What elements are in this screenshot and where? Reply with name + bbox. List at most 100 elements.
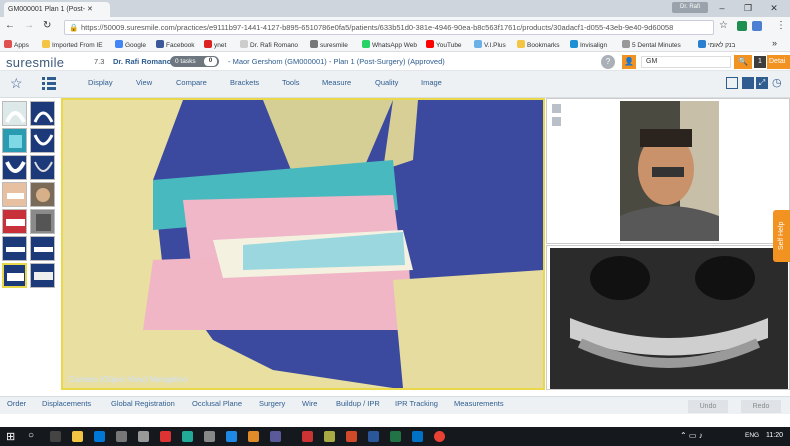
extension-icon[interactable]: [752, 21, 762, 31]
maximize-icon[interactable]: ❐: [738, 1, 758, 15]
details-button[interactable]: Detai: [767, 55, 790, 69]
app-icon[interactable]: [204, 431, 215, 442]
user-icon[interactable]: 👤: [622, 55, 636, 69]
back-icon[interactable]: ←: [5, 20, 15, 31]
star-favorite-icon[interactable]: ☆: [10, 75, 23, 92]
outlook-icon[interactable]: [412, 431, 423, 442]
bookmark-viplus[interactable]: V.I.Plus: [474, 40, 506, 49]
help-icon[interactable]: ?: [601, 55, 615, 69]
star-bookmark-icon[interactable]: ☆: [719, 20, 728, 31]
menu-display[interactable]: Display: [88, 78, 113, 87]
bookmark-ynet[interactable]: ynet: [204, 40, 226, 49]
forward-icon[interactable]: →: [24, 20, 34, 31]
excel-icon[interactable]: [390, 431, 401, 442]
bookmark-suresmile[interactable]: suresmile: [310, 40, 348, 49]
menu-view[interactable]: View: [136, 78, 152, 87]
store-icon[interactable]: [94, 431, 105, 442]
layout-single-icon[interactable]: [726, 77, 738, 89]
word-icon[interactable]: [368, 431, 379, 442]
windows-start-icon[interactable]: ⊞: [6, 430, 15, 443]
search-icon[interactable]: ○: [28, 430, 34, 441]
thumb-brackets-left[interactable]: [2, 128, 27, 153]
menu-measure[interactable]: Measure: [322, 78, 351, 87]
app-icon[interactable]: [248, 431, 259, 442]
bottom-measurements[interactable]: Measurements: [454, 399, 504, 408]
extension-icon[interactable]: [737, 21, 747, 31]
bookmark-google[interactable]: Google: [115, 40, 146, 49]
doctor-name[interactable]: Dr. Rafi Romano: [113, 57, 171, 66]
bookmark-dental-minutes[interactable]: 5 Dental Minutes: [622, 40, 681, 49]
task-view-icon[interactable]: [50, 431, 61, 442]
menu-tools[interactable]: Tools: [282, 78, 300, 87]
reload-icon[interactable]: ↻: [43, 20, 51, 31]
menu-image[interactable]: Image: [421, 78, 442, 87]
layout-split-icon[interactable]: [742, 77, 754, 89]
bottom-order[interactable]: Order: [7, 399, 26, 408]
menu-compare[interactable]: Compare: [176, 78, 207, 87]
menu-quality[interactable]: Quality: [375, 78, 398, 87]
app-icon[interactable]: [116, 431, 127, 442]
clock[interactable]: 11:20: [766, 432, 783, 439]
language-indicator[interactable]: ENG: [745, 432, 759, 439]
bookmark-folder[interactable]: Bookmarks: [517, 40, 560, 49]
bookmark-invisalign[interactable]: Invisalign: [570, 40, 607, 49]
app-icon[interactable]: [324, 431, 335, 442]
close-window-icon[interactable]: ✕: [764, 1, 784, 15]
undo-button[interactable]: Undo: [688, 400, 728, 413]
powerpoint-icon[interactable]: [346, 431, 357, 442]
url-field[interactable]: 🔒 https://50009.suresmile.com/practices/…: [64, 20, 714, 35]
app-icon[interactable]: [160, 431, 171, 442]
bookmark-folder[interactable]: Imported From IE: [42, 40, 103, 49]
app-icon[interactable]: [182, 431, 193, 442]
file-explorer-icon[interactable]: [72, 431, 83, 442]
chrome-icon[interactable]: [434, 431, 445, 442]
app-icon[interactable]: [270, 431, 281, 442]
history-icon[interactable]: ◷: [772, 76, 782, 89]
bookmarks-more-icon[interactable]: »: [772, 38, 777, 48]
thumb-lower-occlusal[interactable]: [2, 155, 27, 180]
bookmark-bank[interactable]: בנק לאומי: [698, 40, 735, 49]
expand-icon[interactable]: [552, 104, 561, 113]
thumb-upper-arch[interactable]: [2, 101, 27, 126]
list-view-icon[interactable]: [42, 76, 56, 90]
bookmark-doctor[interactable]: Dr. Rafi Romano: [240, 40, 298, 49]
browser-tab[interactable]: GM000001 Plan 1 (Post- ✕: [4, 2, 110, 17]
tray-icons[interactable]: ⌃ ▭ ♪: [680, 431, 703, 440]
bookmark-whatsapp[interactable]: WhatsApp Web: [362, 40, 417, 49]
thumb-upper-occlusal[interactable]: [30, 101, 55, 126]
app-icon[interactable]: [302, 431, 313, 442]
thumb-teeth-full-selected[interactable]: [2, 263, 27, 288]
menu-kebab-icon[interactable]: ⋮: [776, 20, 786, 31]
patient-search-input[interactable]: GM: [641, 56, 731, 68]
thumb-teeth-lower[interactable]: [30, 236, 55, 261]
thumb-lower-arch[interactable]: [30, 128, 55, 153]
tasks-badge[interactable]: 0 tasks 0: [170, 56, 219, 67]
search-icon[interactable]: 🔍: [734, 55, 752, 69]
bottom-buildup-ipr[interactable]: Buildup / IPR: [336, 399, 380, 408]
app-icon[interactable]: [138, 431, 149, 442]
bottom-surgery[interactable]: Surgery: [259, 399, 285, 408]
bottom-occlusal-plane[interactable]: Occlusal Plane: [192, 399, 242, 408]
thumb-teeth-full[interactable]: [30, 263, 55, 288]
self-help-tab[interactable]: Self Help: [773, 210, 790, 262]
bookmark-facebook[interactable]: Facebook: [156, 40, 195, 49]
minimize-icon[interactable]: –: [712, 1, 732, 15]
bottom-global-registration[interactable]: Global Registration: [111, 399, 175, 408]
menu-brackets[interactable]: Brackets: [230, 78, 259, 87]
bottom-ipr-tracking[interactable]: IPR Tracking: [395, 399, 438, 408]
app-icon[interactable]: [226, 431, 237, 442]
thumb-face-photo[interactable]: [30, 182, 55, 207]
fullscreen-icon[interactable]: ⤢: [756, 77, 768, 89]
thumb-teeth-upper[interactable]: [2, 236, 27, 261]
grid-icon[interactable]: [552, 117, 561, 126]
bottom-wire[interactable]: Wire: [302, 399, 317, 408]
redo-button[interactable]: Redo: [741, 400, 781, 413]
bookmark-youtube[interactable]: YouTube: [426, 40, 462, 49]
bookmark-apps[interactable]: Apps: [4, 40, 29, 49]
3d-model-viewport[interactable]: Camera (Object View) Navigation: [61, 98, 545, 390]
thumb-teeth-front[interactable]: [2, 209, 27, 234]
thumb-smile-photo[interactable]: [2, 182, 27, 207]
thumb-cephalometric[interactable]: [30, 209, 55, 234]
thumb-arch-outline[interactable]: [30, 155, 55, 180]
bottom-displacements[interactable]: Displacements: [42, 399, 91, 408]
